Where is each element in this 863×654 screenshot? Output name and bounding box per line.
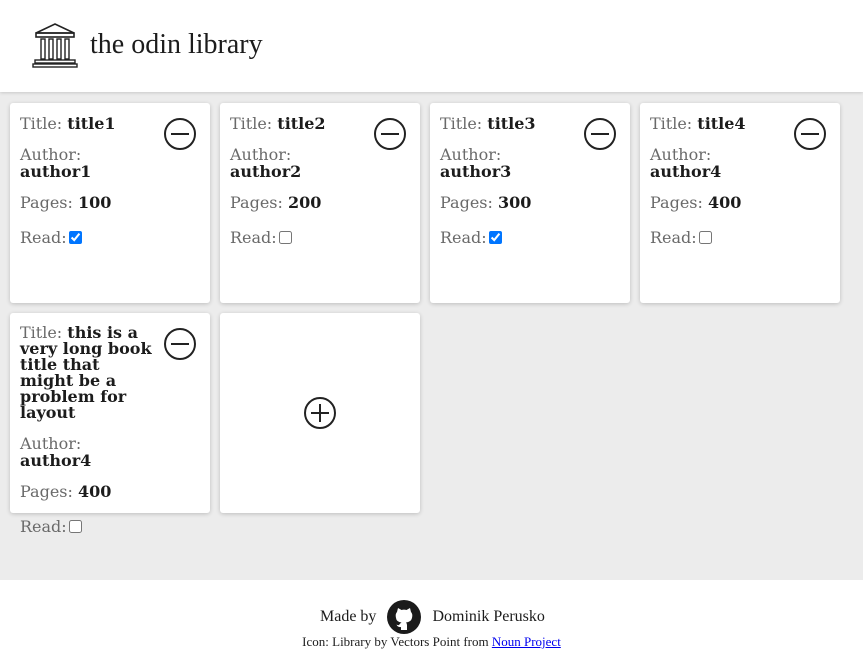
book-card: Title: title4 Author: author4 Pages: 400…: [640, 103, 840, 303]
book-info: Title: title2 Author: author2 Pages: 200…: [230, 115, 365, 246]
book-title: title1: [67, 114, 116, 133]
read-label: Read:: [20, 517, 67, 536]
footer: Made by Dominik Perusko Icon: Library by…: [0, 580, 863, 654]
book-title-row: Title: title4: [650, 115, 785, 132]
icon-credit: Icon: Library by Vectors Point from Noun…: [0, 634, 863, 650]
book-card: Title: title2 Author: author2 Pages: 200…: [220, 103, 420, 303]
book-author: author4: [20, 451, 92, 470]
author-name: Dominik Perusko: [432, 608, 545, 625]
plus-circle-icon[interactable]: [302, 395, 338, 431]
book-author-row: Author: author3: [440, 146, 575, 180]
read-checkbox[interactable]: [68, 231, 82, 244]
book-title-row: Title: title1: [20, 115, 155, 132]
read-checkbox[interactable]: [488, 231, 502, 244]
book-info: Title: this is a very long book title th…: [20, 325, 155, 536]
book-info: Title: title4 Author: author4 Pages: 400…: [650, 115, 785, 246]
site-title: the odin library: [90, 29, 263, 60]
book-title-row: Title: this is a very long book title th…: [20, 325, 155, 421]
book-author-row: Author: author4: [20, 435, 155, 469]
github-icon[interactable]: [386, 599, 422, 635]
read-checkbox[interactable]: [68, 520, 82, 533]
book-author: author4: [650, 162, 722, 181]
read-label: Read:: [230, 228, 277, 247]
read-label: Read:: [440, 228, 487, 247]
book-pages: 400: [78, 482, 112, 501]
book-author-row: Author: author4: [650, 146, 785, 180]
remove-book-button[interactable]: [372, 116, 408, 152]
book-read-row: Read:: [230, 229, 365, 246]
book-pages-row: Pages: 200: [230, 194, 365, 211]
book-pages-row: Pages: 300: [440, 194, 575, 211]
pages-label: Pages:: [20, 193, 73, 212]
pages-label: Pages:: [20, 482, 73, 501]
title-label: Title:: [440, 114, 483, 133]
book-info: Title: title1 Author: author1 Pages: 100…: [20, 115, 155, 246]
book-pages-row: Pages: 100: [20, 194, 155, 211]
pages-label: Pages:: [650, 193, 703, 212]
credit-text: Icon: Library by Vectors Point from: [302, 634, 489, 649]
remove-book-button[interactable]: [162, 326, 198, 362]
header: the odin library: [0, 0, 863, 92]
book-read-row: Read:: [20, 229, 155, 246]
book-author-row: Author: author2: [230, 146, 365, 180]
book-title-row: Title: title2: [230, 115, 365, 132]
book-pages: 100: [78, 193, 112, 212]
book-pages-row: Pages: 400: [20, 483, 155, 500]
book-read-row: Read:: [650, 229, 785, 246]
book-title-row: Title: title3: [440, 115, 575, 132]
remove-book-button[interactable]: [582, 116, 618, 152]
book-author: author3: [440, 162, 512, 181]
read-checkbox[interactable]: [278, 231, 292, 244]
book-pages: 200: [288, 193, 322, 212]
book-info: Title: title3 Author: author3 Pages: 300…: [440, 115, 575, 246]
read-label: Read:: [650, 228, 697, 247]
read-label: Read:: [20, 228, 67, 247]
library-building-icon: [32, 23, 78, 68]
remove-book-button[interactable]: [792, 116, 828, 152]
remove-book-button[interactable]: [162, 116, 198, 152]
book-card: Title: title3 Author: author3 Pages: 300…: [430, 103, 630, 303]
title-label: Title:: [650, 114, 693, 133]
book-card: Title: this is a very long book title th…: [10, 313, 210, 535]
book-author: author2: [230, 162, 302, 181]
book-author: author1: [20, 162, 92, 181]
made-by-label: Made by: [320, 608, 377, 625]
book-pages: 300: [498, 193, 532, 212]
book-read-row: Read:: [20, 518, 155, 535]
pages-label: Pages:: [440, 193, 493, 212]
book-title: title3: [487, 114, 536, 133]
book-card: Title: title1 Author: author1 Pages: 100…: [10, 103, 210, 303]
made-by: Made by Dominik Perusko: [320, 599, 545, 635]
pages-label: Pages:: [230, 193, 283, 212]
book-title: title2: [277, 114, 326, 133]
book-pages: 400: [708, 193, 742, 212]
read-checkbox[interactable]: [698, 231, 712, 244]
add-book-card[interactable]: [220, 313, 420, 513]
book-title: title4: [697, 114, 746, 133]
book-author-row: Author: author1: [20, 146, 155, 180]
book-pages-row: Pages: 400: [650, 194, 785, 211]
title-label: Title:: [230, 114, 273, 133]
title-label: Title:: [20, 114, 63, 133]
noun-project-link[interactable]: Noun Project: [492, 634, 561, 649]
book-read-row: Read:: [440, 229, 575, 246]
